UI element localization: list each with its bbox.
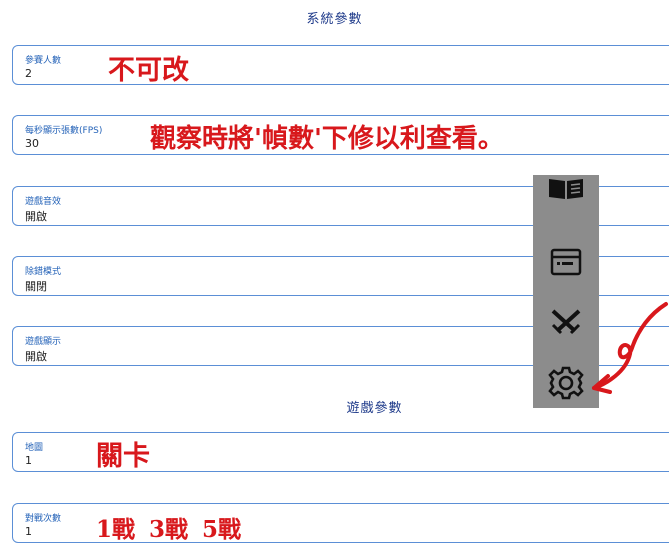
- guide-button[interactable]: [533, 175, 599, 219]
- players-field-label: 參賽人數: [25, 56, 62, 66]
- fps-annotation: 觀察時將'幀數'下修以利查看。: [150, 124, 504, 154]
- display-field-label: 遊戲顯示: [25, 337, 62, 347]
- map-field-label: 地圖: [25, 443, 44, 453]
- rounds-annotation: 1戰 3戰 5戰: [96, 516, 242, 543]
- fps-field-label: 每秒顯示張數(FPS): [25, 126, 103, 136]
- debug-field-value[interactable]: 關閉: [25, 278, 47, 294]
- rounds-field-value[interactable]: 1: [25, 525, 32, 538]
- book-icon: [549, 179, 583, 199]
- window-button[interactable]: [533, 237, 599, 287]
- rounds-field-label: 對戰次數: [25, 514, 62, 524]
- players-field-value[interactable]: 2: [25, 67, 32, 80]
- debug-field-label: 除錯模式: [25, 267, 62, 277]
- map-field-value[interactable]: 1: [25, 454, 32, 467]
- map-annotation: 關卡: [96, 441, 150, 472]
- fps-field-value[interactable]: 30: [25, 137, 39, 150]
- section-title-system: 系統參數: [306, 12, 363, 27]
- players-annotation: 不可改: [108, 55, 189, 86]
- display-field-value[interactable]: 開啟: [25, 348, 47, 364]
- sound-field-label: 遊戲音效: [25, 197, 62, 207]
- window-icon: [550, 248, 582, 276]
- sound-field-value[interactable]: 開啟: [25, 208, 47, 224]
- red-arrow-annotation: [592, 302, 668, 394]
